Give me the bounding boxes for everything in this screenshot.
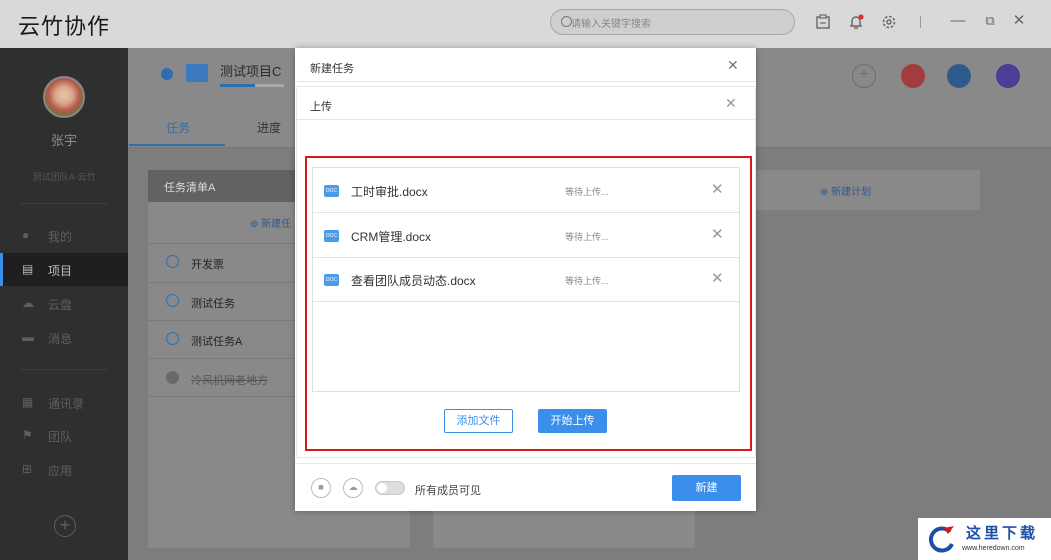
titlebar-divider [920,16,921,28]
task-item-completed[interactable]: 冷风机网老地方 [191,372,268,388]
notification-bell-icon[interactable] [848,14,864,30]
sidebar-item-label: 我的 [48,230,73,244]
person-icon: ● [22,228,30,242]
flag-icon: ⚑ [22,428,33,442]
watermark-url: www.heredown.com [962,545,1025,552]
search-placeholder: 请输入关键字搜索 [571,19,651,30]
sidebar-divider [20,203,108,204]
new-task-link[interactable]: ⊕ 新建任 [250,215,291,230]
divider [295,463,756,464]
upload-dialog-title: 上传 [310,101,332,113]
new-plan-link[interactable]: ⊕ 新建计划 [820,183,871,198]
highlight-box [305,156,752,451]
visibility-label: 所有成员可见 [415,485,481,497]
settings-gear-icon[interactable] [881,14,897,30]
new-task-dialog-title: 新建任务 [310,63,354,75]
sidebar-item-label: 团队 [48,430,73,444]
divider [295,81,756,82]
task-list-title: 任务清单A [164,182,216,194]
sidebar-item-label: 云盘 [48,298,73,312]
watermark-title: 这里下载 [966,524,1039,542]
sidebar-item-mine[interactable]: ● 我的 [0,219,128,252]
new-plan-label: 新建计划 [831,187,872,198]
app-title: 云竹协作 [18,15,111,40]
new-task-label: 新建任 [261,219,292,230]
watermark: 这里下载 www.heredown.com [918,518,1051,560]
upload-close-icon[interactable]: ✕ [725,95,737,112]
avatar[interactable] [43,76,85,118]
cloud-icon: ☁ [22,296,34,310]
sidebar-item-label: 消息 [48,332,73,346]
visibility-toggle[interactable] [375,481,405,495]
divider [297,119,755,120]
search-input[interactable]: 请输入关键字搜索 [550,9,795,35]
folder-icon[interactable]: ■ [311,478,331,498]
task-item[interactable]: 测试任务 [191,295,235,311]
project-settings-icon[interactable] [996,64,1020,88]
sidebar-item-projects[interactable]: ▤ 项目 [0,253,128,286]
create-button[interactable]: 新建 [672,475,741,501]
task-item[interactable]: 开发票 [191,256,224,272]
layers-icon[interactable] [901,64,925,88]
members-icon[interactable] [947,64,971,88]
task-checkbox[interactable] [166,332,179,345]
bookmark-icon [186,64,208,82]
message-icon: ▬ [22,330,34,344]
user-name: 张宇 [50,133,77,148]
task-item[interactable]: 测试任务A [191,333,242,349]
sidebar-item-label: 项目 [48,264,73,278]
add-button[interactable]: + [54,515,76,537]
project-icon: ▤ [22,262,34,276]
task-checkbox-done[interactable] [166,371,179,384]
contacts-icon: ▦ [22,395,34,409]
task-checkbox[interactable] [166,294,179,307]
sidebar-divider [20,369,108,370]
cloud-upload-icon[interactable]: ☁ [343,478,363,498]
add-member-icon[interactable]: + [852,64,876,88]
clock-icon [161,68,173,80]
sidebar-item-team[interactable]: ⚑ 团队 [0,419,128,452]
restore-button[interactable]: ⧉ [982,13,998,29]
close-window-button[interactable]: ✕ [1011,13,1027,29]
tab-active-indicator [129,144,225,146]
watermark-logo-icon [926,524,956,554]
sidebar-item-apps[interactable]: ⊞ 应用 [0,453,128,486]
task-checkbox[interactable] [166,255,179,268]
sidebar-item-cloud[interactable]: ☁ 云盘 [0,287,128,320]
tab-progress[interactable]: 进度 [257,119,281,136]
apps-icon: ⊞ [22,462,33,476]
team-name[interactable]: 测试团队A-云竹 [0,170,128,183]
sidebar-item-messages[interactable]: ▬ 消息 [0,321,128,354]
minimize-button[interactable]: — [950,13,966,29]
project-name[interactable]: 测试项目C [220,61,281,80]
sidebar-item-contacts[interactable]: ▦ 通讯录 [0,386,128,419]
tab-tasks[interactable]: 任务 [166,119,190,136]
sidebar-item-label: 应用 [48,464,73,478]
new-task-close-icon[interactable]: ✕ [727,57,739,74]
clipboard-icon[interactable] [815,14,831,30]
project-progress [220,84,284,87]
sidebar-item-label: 通讯录 [48,397,85,411]
